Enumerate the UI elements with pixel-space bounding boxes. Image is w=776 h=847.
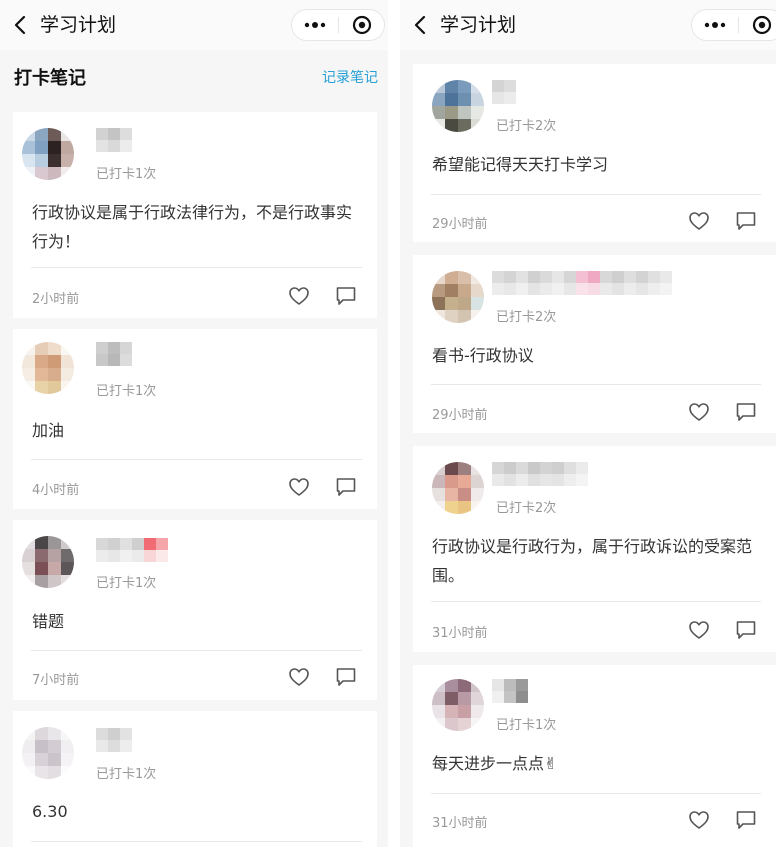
comment-icon[interactable] xyxy=(735,809,757,831)
checkin-count: 已打卡1次 xyxy=(96,767,157,782)
section-title: 打卡笔记 xyxy=(14,68,86,89)
username-blurred xyxy=(492,80,516,104)
note-card[interactable]: 已打卡1次 行政协议是属于行政法律行为，不是行政事实行为！ 2小时前 xyxy=(13,112,377,318)
note-card[interactable]: 已打卡2次 行政协议是行政行为，属于行政诉讼的受案范围。 31小时前 xyxy=(413,446,776,652)
user-avatar[interactable] xyxy=(432,462,484,514)
comment-icon[interactable] xyxy=(735,401,757,423)
note-card[interactable]: 已打卡1次 错题 7小时前 xyxy=(13,520,377,700)
card-divider xyxy=(431,384,761,385)
note-card[interactable]: 已打卡1次 6.30 xyxy=(13,711,377,847)
like-icon[interactable] xyxy=(288,666,310,688)
comment-icon[interactable] xyxy=(335,285,357,307)
record-note-link[interactable]: 记录笔记 xyxy=(322,67,378,87)
username-blurred xyxy=(492,271,672,295)
checkin-count: 已打卡2次 xyxy=(496,501,557,516)
note-content: 看书-行政协议 xyxy=(432,346,534,365)
comment-icon[interactable] xyxy=(735,210,757,232)
mini-program-capsule xyxy=(691,9,776,41)
like-icon[interactable] xyxy=(288,285,310,307)
note-content: 加油 xyxy=(32,421,65,440)
note-content: 6.30 xyxy=(32,802,68,821)
card-divider xyxy=(31,267,362,268)
note-content: 行政协议是属于行政法律行为，不是行政事实行为！ xyxy=(32,203,353,251)
card-divider xyxy=(31,841,362,842)
username-blurred xyxy=(96,728,132,752)
checkin-count: 已打卡2次 xyxy=(496,310,557,325)
more-icon[interactable] xyxy=(692,10,738,40)
user-avatar[interactable] xyxy=(432,271,484,323)
checkin-count: 已打卡2次 xyxy=(496,119,557,134)
note-content: 错题 xyxy=(32,612,65,631)
note-card[interactable]: 已打卡2次 看书-行政协议 29小时前 xyxy=(413,255,776,433)
card-divider xyxy=(431,194,761,195)
left-screen: 学习计划 打卡笔记 记录笔记 已打卡1次 行政协议是属于行政法律行为，不是行政事… xyxy=(0,0,388,847)
note-card[interactable]: 已打卡1次 每天进步一点点✌ 31小时前 xyxy=(413,665,776,847)
like-icon[interactable] xyxy=(688,619,710,641)
user-avatar[interactable] xyxy=(432,80,484,132)
post-time: 29小时前 xyxy=(432,408,488,423)
post-time: 2小时前 xyxy=(32,292,80,307)
back-icon[interactable] xyxy=(410,13,432,37)
post-time: 4小时前 xyxy=(32,483,80,498)
card-divider xyxy=(31,459,362,460)
checkin-count: 已打卡1次 xyxy=(96,576,157,591)
comment-icon[interactable] xyxy=(735,619,757,641)
like-icon[interactable] xyxy=(288,476,310,498)
like-icon[interactable] xyxy=(688,809,710,831)
post-time: 31小时前 xyxy=(432,626,488,641)
card-divider xyxy=(431,601,761,602)
more-icon[interactable] xyxy=(292,10,338,40)
checkin-count: 已打卡1次 xyxy=(96,167,157,182)
note-content: 希望能记得天天打卡学习 xyxy=(432,155,609,174)
note-content: 每天进步一点点✌ xyxy=(432,754,558,773)
note-card[interactable]: 已打卡2次 希望能记得天天打卡学习 29小时前 xyxy=(413,64,776,242)
close-mini-program-icon[interactable] xyxy=(739,10,776,40)
nav-title: 学习计划 xyxy=(40,14,117,36)
username-blurred xyxy=(96,128,132,152)
comment-icon[interactable] xyxy=(335,666,357,688)
close-mini-program-icon[interactable] xyxy=(339,10,385,40)
user-avatar[interactable] xyxy=(22,536,74,588)
card-divider xyxy=(431,793,761,794)
username-blurred xyxy=(96,342,132,366)
like-icon[interactable] xyxy=(688,401,710,423)
user-avatar[interactable] xyxy=(432,679,484,731)
navigation-bar: 学习计划 xyxy=(0,0,388,50)
username-blurred xyxy=(492,462,588,486)
post-time: 31小时前 xyxy=(432,816,488,831)
right-screen: 学习计划 已打卡2次 希望能记得天天打卡学习 29小时前 已打卡2次 看书-行政… xyxy=(400,0,776,847)
post-time: 7小时前 xyxy=(32,673,80,688)
note-content: 行政协议是行政行为，属于行政诉讼的受案范围。 xyxy=(432,537,753,585)
user-avatar[interactable] xyxy=(22,342,74,394)
mini-program-capsule xyxy=(291,9,385,41)
username-blurred xyxy=(96,538,168,562)
like-icon[interactable] xyxy=(688,210,710,232)
user-avatar[interactable] xyxy=(22,128,74,180)
note-card[interactable]: 已打卡1次 加油 4小时前 xyxy=(13,329,377,509)
post-time: 29小时前 xyxy=(432,217,488,232)
user-avatar[interactable] xyxy=(22,727,74,779)
checkin-count: 已打卡1次 xyxy=(96,384,157,399)
card-divider xyxy=(31,650,362,651)
checkin-count: 已打卡1次 xyxy=(496,718,557,733)
navigation-bar: 学习计划 xyxy=(400,0,776,50)
back-icon[interactable] xyxy=(10,13,32,37)
screen-divider xyxy=(388,0,400,847)
username-blurred xyxy=(492,679,528,703)
comment-icon[interactable] xyxy=(335,476,357,498)
nav-title: 学习计划 xyxy=(440,14,517,36)
